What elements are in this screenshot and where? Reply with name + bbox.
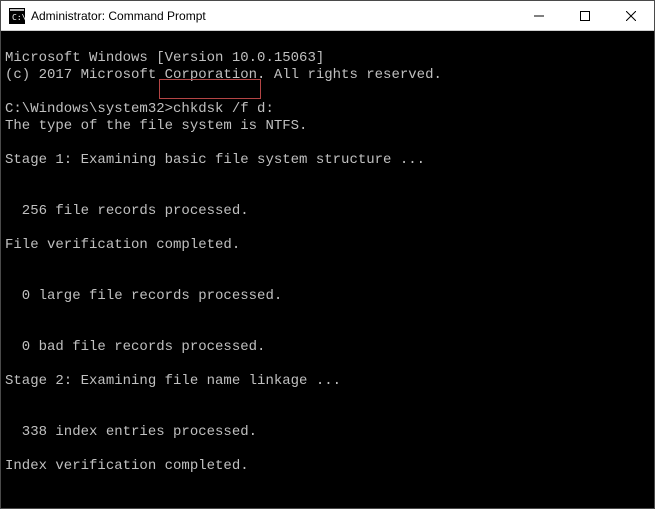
window-controls [516,1,654,30]
window-title: Administrator: Command Prompt [31,9,516,23]
terminal-line: (c) 2017 Microsoft Corporation. All righ… [5,67,442,83]
maximize-button[interactable] [562,1,608,30]
terminal-line: The type of the file system is NTFS. [5,118,307,134]
cmd-icon: C:\ [9,8,25,24]
terminal-line: 0 large file records processed. [5,288,282,304]
command-prompt-window: C:\ Administrator: Command Prompt Micros… [0,0,655,509]
terminal-line: Index verification completed. [5,458,249,474]
terminal-line: 338 index entries processed. [5,424,257,440]
terminal-line: 256 file records processed. [5,203,249,219]
prompt-text: C:\Windows\system32> [5,101,173,117]
terminal-area[interactable]: Microsoft Windows [Version 10.0.15063] (… [1,31,654,508]
terminal-line: Stage 1: Examining basic file system str… [5,152,425,168]
close-button[interactable] [608,1,654,30]
terminal-line: 0 bad file records processed. [5,339,265,355]
terminal-line: Stage 2: Examining file name linkage ... [5,373,341,389]
titlebar[interactable]: C:\ Administrator: Command Prompt [1,1,654,31]
minimize-button[interactable] [516,1,562,30]
svg-text:C:\: C:\ [12,13,25,22]
terminal-line: Microsoft Windows [Version 10.0.15063] [5,50,324,66]
terminal-line: File verification completed. [5,237,240,253]
command-text: chkdsk /f d: [173,101,274,117]
